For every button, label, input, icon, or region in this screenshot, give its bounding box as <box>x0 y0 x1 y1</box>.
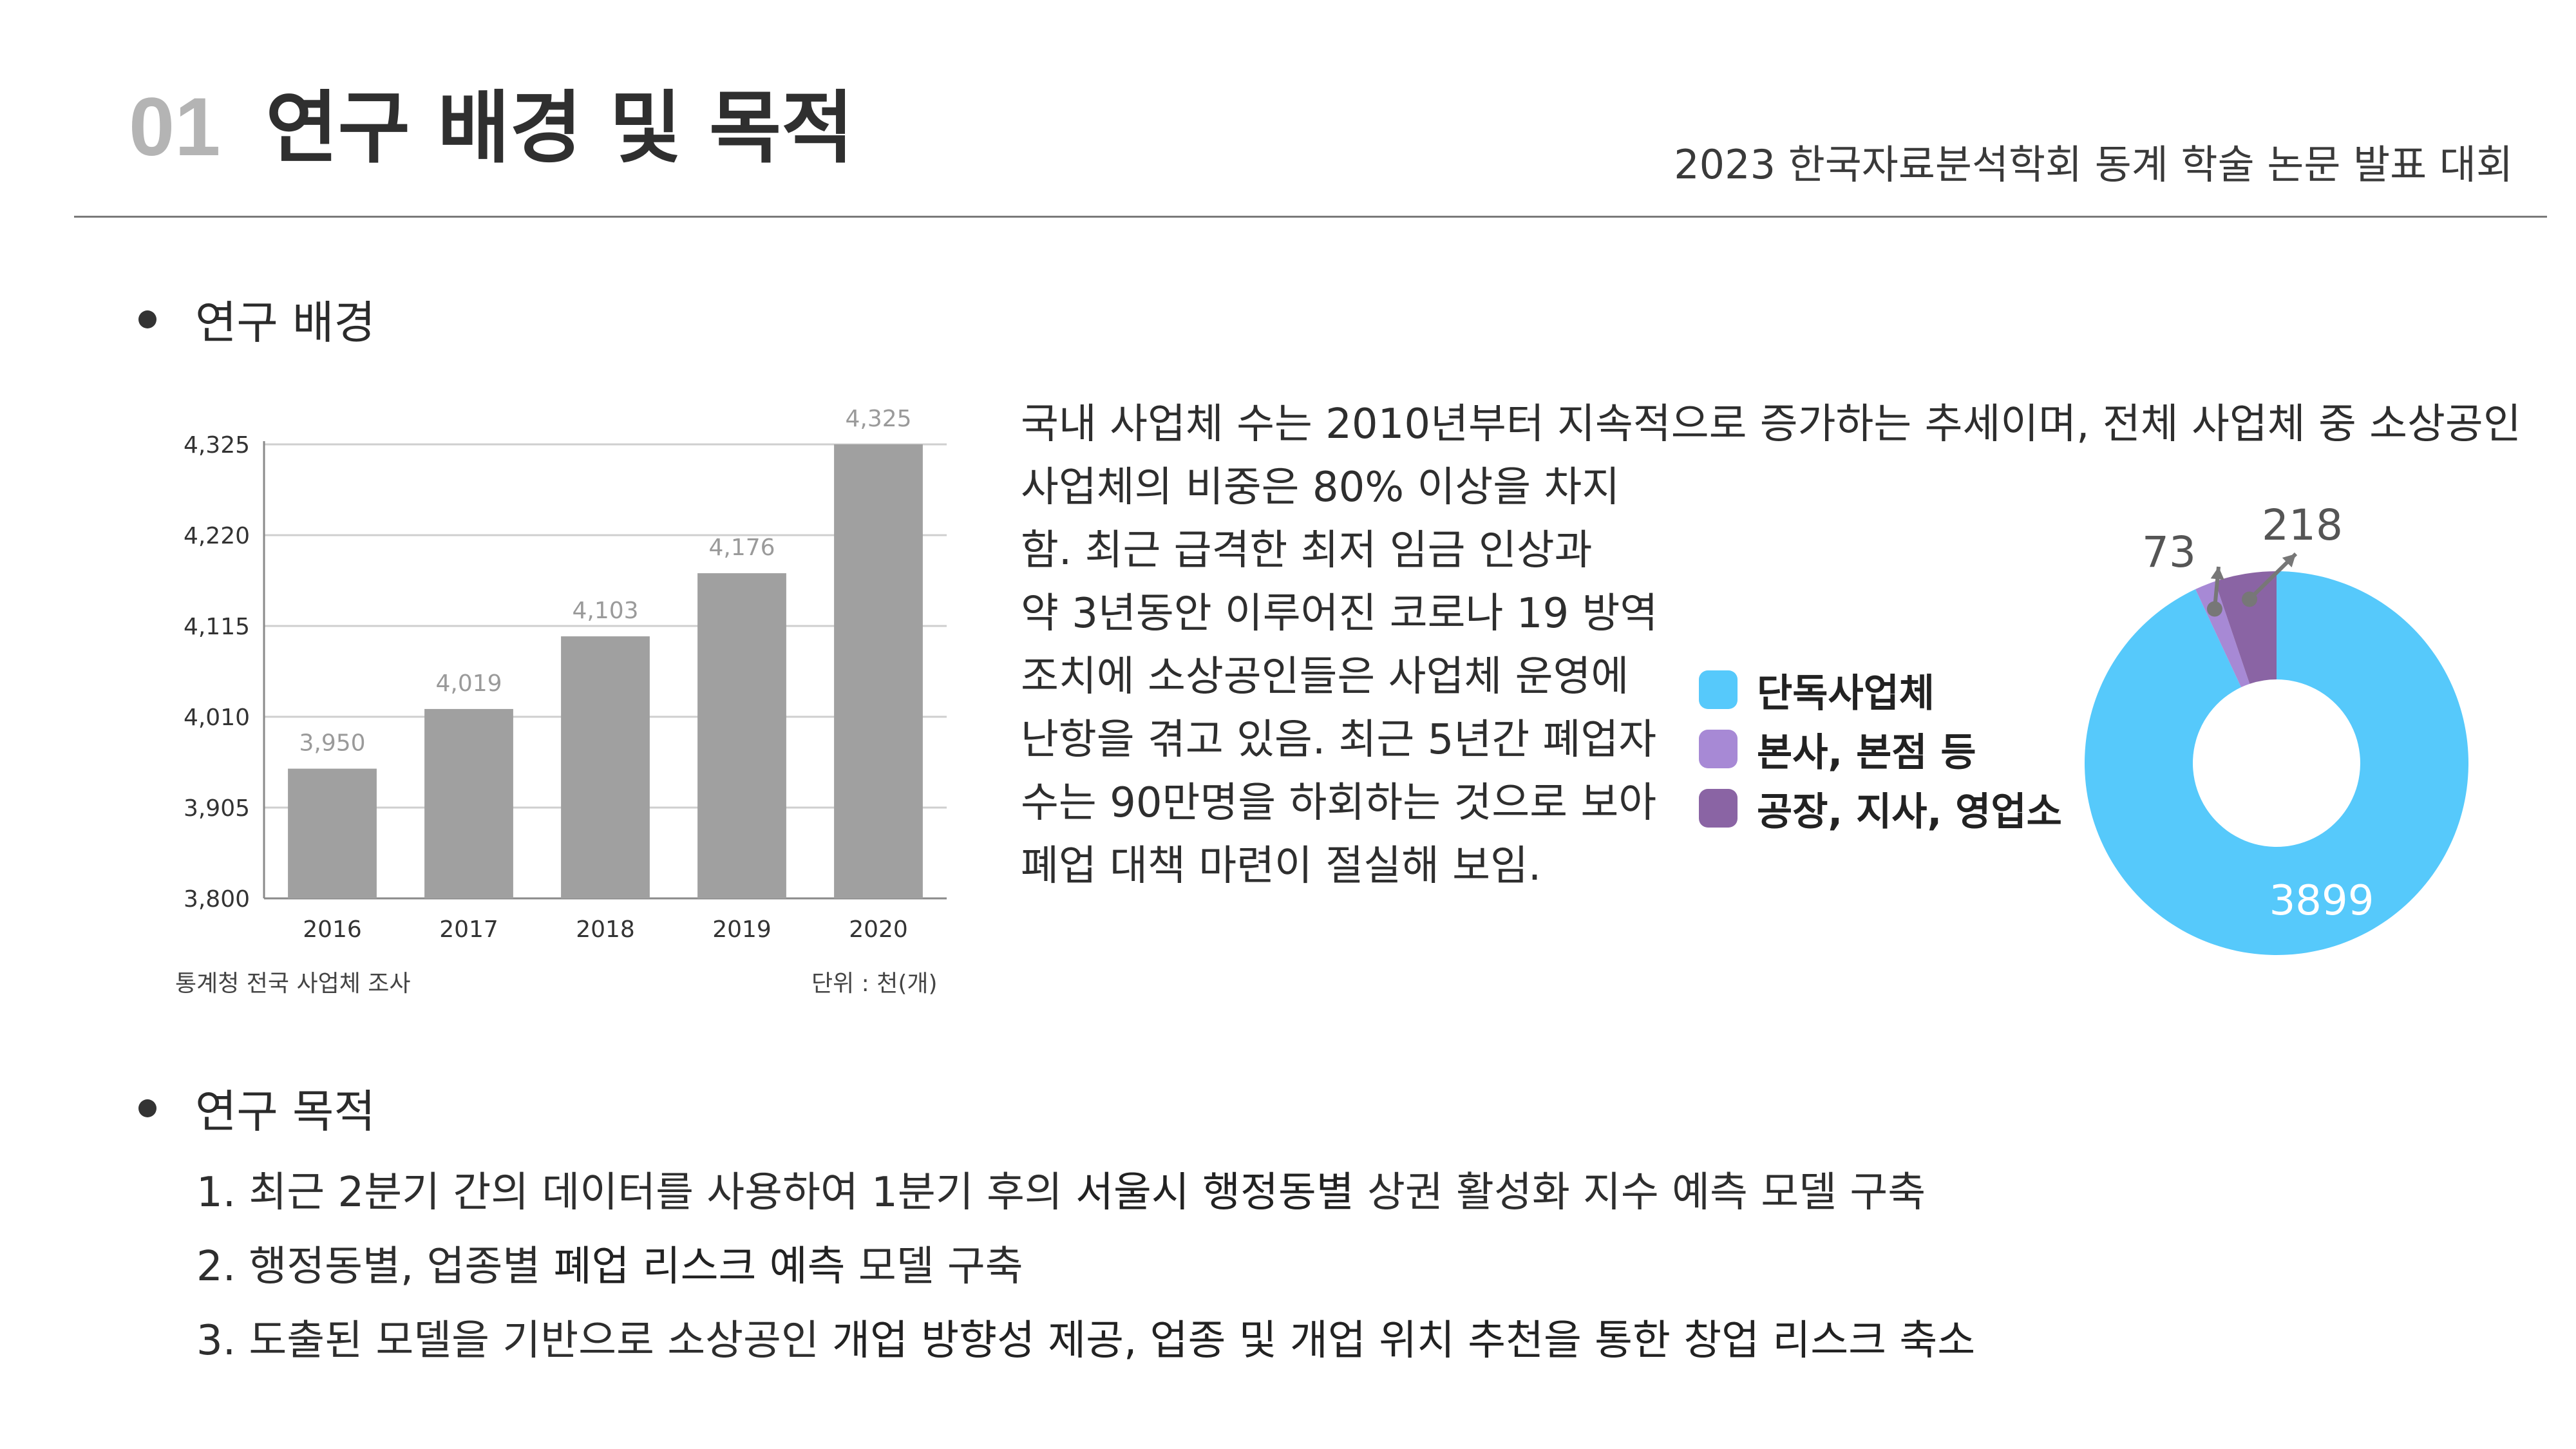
goal-highlight: 개업 방향성 제공, 업종 및 개업 위치 추천을 통한 창업 리스크 축소 <box>832 1317 1976 1365</box>
goal-item: 1. 최근 2분기 간의 데이터를 사용하여 1분기 후의 서울시 행정동별 상… <box>196 1159 1975 1233</box>
goal-text: 도출된 모델을 기반으로 소상공인 <box>249 1317 833 1365</box>
pointer-arrowhead <box>2210 567 2224 580</box>
goal-number: 3. <box>196 1317 236 1365</box>
section-purpose: 연구 목적 <box>138 1075 375 1141</box>
pointer-dot <box>2206 601 2222 617</box>
goal-number: 1. <box>196 1169 236 1217</box>
goal-item: 2. 행정동별, 업종별 폐업 리스크 예측 모델 구축 <box>196 1233 1975 1307</box>
goal-highlight: 서울시 행정동별 <box>1075 1169 1354 1217</box>
goal-number: 2. <box>196 1243 236 1291</box>
goals-list: 1. 최근 2분기 간의 데이터를 사용하여 1분기 후의 서울시 행정동별 상… <box>196 1159 1975 1381</box>
pointer-dot <box>2242 591 2258 607</box>
data-label: 3899 <box>2269 877 2374 925</box>
goal-text: 최근 2분기 간의 데이터를 사용하여 1분기 후의 <box>249 1169 1076 1217</box>
goal-text: 모델 구축 <box>845 1243 1023 1291</box>
data-label: 73 <box>2142 527 2196 577</box>
goal-highlight: 폐업 리스크 예측 <box>553 1243 846 1291</box>
section-purpose-label: 연구 목적 <box>195 1085 375 1138</box>
goal-item: 3. 도출된 모델을 기반으로 소상공인 개업 방향성 제공, 업종 및 개업 … <box>196 1307 1975 1381</box>
bullet-icon <box>138 1099 156 1117</box>
goal-text: 행정동별, 업종별 <box>249 1243 554 1291</box>
goal-text: 상권 활성화 지수 예측 모델 구축 <box>1354 1169 1926 1217</box>
data-label: 218 <box>2262 500 2343 550</box>
